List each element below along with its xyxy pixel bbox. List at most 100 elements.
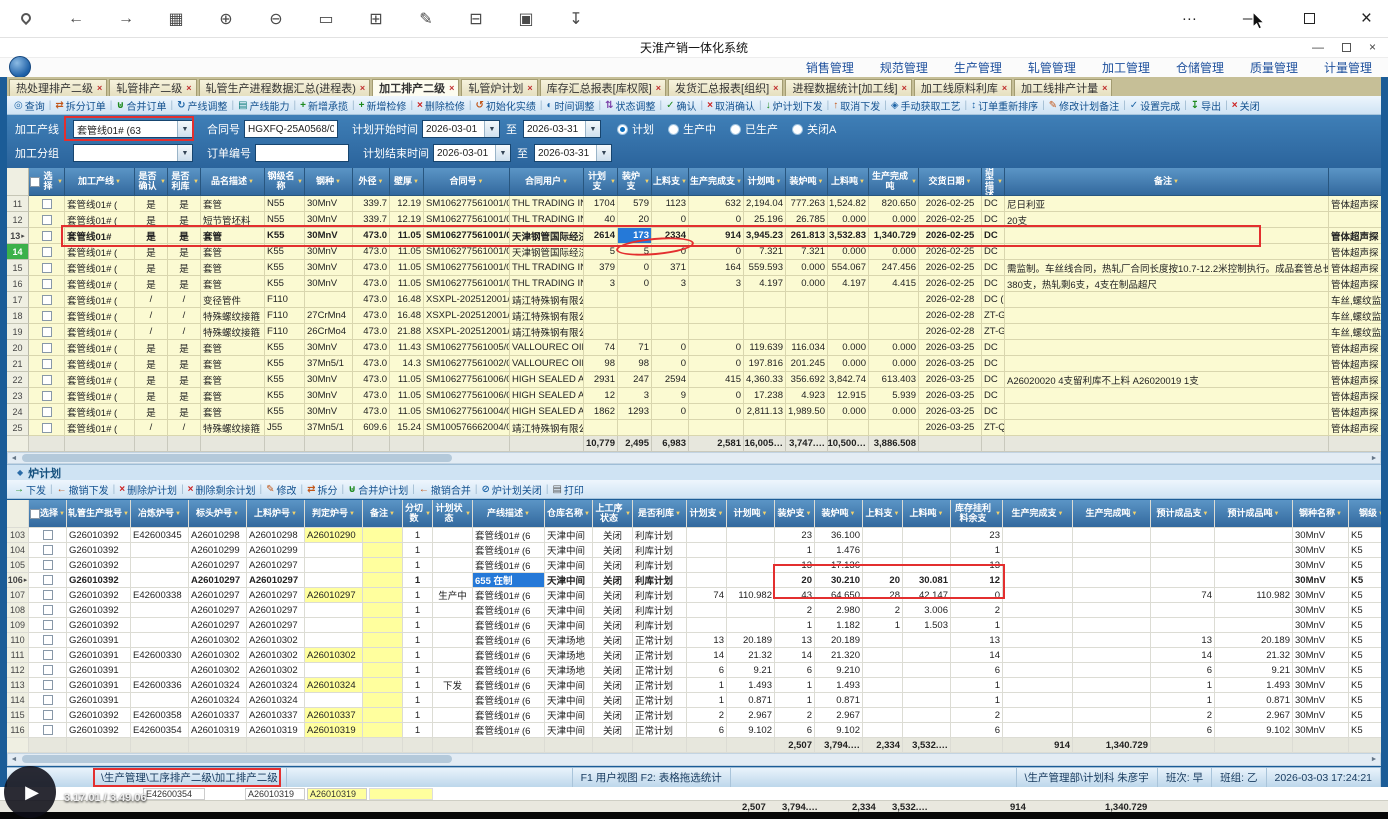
close-icon[interactable]: × — [1002, 83, 1007, 93]
toolbar-button[interactable]: ▤产线能力 — [235, 96, 292, 114]
toolbar-button[interactable]: ↕订单重新排序 — [968, 96, 1041, 114]
chevron-down-icon[interactable]: ▼ — [585, 121, 600, 137]
column-header[interactable]: 判定炉号▼ — [305, 500, 363, 528]
column-header[interactable]: 装炉支▼ — [618, 168, 652, 196]
filter-icon[interactable]: ▼ — [425, 511, 431, 517]
close-icon[interactable]: × — [527, 83, 532, 93]
column-header[interactable]: 选择▼ — [29, 500, 67, 528]
row-checkbox[interactable] — [42, 375, 52, 385]
filter-icon[interactable]: ▼ — [850, 511, 856, 517]
filter-icon[interactable]: ▼ — [389, 511, 395, 517]
filter-icon[interactable]: ▼ — [59, 511, 65, 517]
row-checkbox[interactable] — [43, 710, 53, 720]
filter-icon[interactable]: ▼ — [115, 179, 121, 185]
row-checkbox[interactable] — [43, 680, 53, 690]
row-checkbox[interactable] — [42, 215, 52, 225]
table-row[interactable]: 23套管线01# (是是套管K5530MnV473.011.05SM106277… — [7, 388, 1381, 404]
select-all-checkbox[interactable] — [30, 509, 40, 519]
group-filter-combo[interactable]: ▼ — [73, 144, 193, 162]
scroll-left-icon[interactable]: ◄ — [8, 754, 20, 765]
filter-icon[interactable]: ▼ — [1132, 511, 1138, 517]
row-checkbox[interactable] — [43, 530, 53, 540]
table-row[interactable]: 107G26010392E42600338A26010297A26010297A… — [7, 588, 1381, 603]
tab[interactable]: 轧管炉计划× — [461, 79, 537, 96]
row-checkbox[interactable] — [42, 391, 52, 401]
filter-icon[interactable]: ▼ — [776, 179, 782, 185]
close-icon[interactable]: × — [186, 83, 191, 93]
menu-item[interactable]: 销售管理 — [806, 59, 854, 76]
tab[interactable]: 加工排产二级× — [372, 79, 459, 96]
table-row[interactable]: 109G26010392A26010297A260102971套管线01# (6… — [7, 618, 1381, 633]
filter-icon[interactable]: ▼ — [806, 511, 812, 517]
toolbar-button[interactable]: ×删除炉计划 — [116, 480, 180, 498]
toolbar-button[interactable]: ◎查询 — [11, 96, 48, 114]
table-row[interactable]: 113G26010391E42600336A26010324A26010324A… — [7, 678, 1381, 693]
filter-icon[interactable]: ▼ — [625, 511, 631, 517]
scroll-left-icon[interactable]: ◄ — [8, 453, 20, 464]
app-minimize-button[interactable]: — — [1312, 40, 1324, 54]
column-header[interactable]: 生产完成吨▼ — [1073, 500, 1151, 528]
filter-icon[interactable]: ▼ — [997, 179, 1003, 185]
table-row[interactable]: 14套管线01# (是是套管K5530MnV473.011.05SM106277… — [7, 244, 1381, 260]
row-checkbox[interactable] — [43, 590, 53, 600]
radio-option[interactable]: 计划 — [617, 121, 654, 137]
row-checkbox[interactable] — [43, 575, 53, 585]
toolbar-button[interactable]: ◈手动获取工艺 — [888, 96, 964, 114]
table-row[interactable]: 105G26010392A26010297A260102971套管线01# (6… — [7, 558, 1381, 573]
toolbar-button[interactable]: ×取消确认 — [704, 96, 758, 114]
toolbar-button[interactable]: ⇅状态调整 — [602, 96, 658, 114]
toolbar-button[interactable]: →下发 — [11, 480, 49, 498]
tab[interactable]: 库存汇总报表[库权限]× — [540, 79, 666, 96]
back-icon[interactable]: ← — [66, 10, 86, 28]
column-header[interactable]: 计划支▼ — [584, 168, 618, 196]
tab[interactable]: 轧管排产二级× — [109, 79, 196, 96]
toolbar-button[interactable]: ▤打印 — [549, 480, 586, 498]
column-header[interactable]: 钢种名称▼ — [1293, 500, 1349, 528]
chevron-down-icon[interactable]: ▼ — [495, 145, 510, 161]
toolbar-button[interactable]: ↻产线调整 — [174, 96, 230, 114]
column-header[interactable]: 选择▼ — [29, 168, 65, 196]
table-row[interactable]: 24套管线01# (是是套管K5530MnV473.011.05SM106277… — [7, 404, 1381, 420]
filter-icon[interactable]: ▼ — [610, 179, 616, 185]
column-header[interactable]: 合同用户▼ — [510, 168, 584, 196]
row-checkbox[interactable] — [42, 199, 52, 209]
table-row[interactable]: 25套管线01# (//特殊螺纹接箍J5537Mn5/1609.615.24SM… — [7, 420, 1381, 436]
row-checkbox[interactable] — [43, 620, 53, 630]
tab[interactable]: 热处理排产二级× — [9, 79, 107, 96]
row-checkbox[interactable] — [42, 343, 52, 353]
toolbar-button[interactable]: ↺初始化实绩 — [473, 96, 539, 114]
table-row[interactable]: 116G26010392E42600354A26010319A26010319A… — [7, 723, 1381, 738]
filter-icon[interactable]: ▼ — [995, 511, 1001, 517]
filter-icon[interactable]: ▼ — [57, 179, 63, 185]
close-icon[interactable]: × — [360, 83, 365, 93]
filter-icon[interactable]: ▼ — [966, 179, 972, 185]
filter-icon[interactable]: ▼ — [248, 179, 254, 185]
menu-item[interactable]: 规范管理 — [880, 59, 928, 76]
filter-icon[interactable]: ▼ — [911, 179, 917, 185]
toolbar-button[interactable]: ⇄拆分订单 — [52, 96, 108, 114]
filter-icon[interactable]: ▼ — [1058, 511, 1064, 517]
column-header[interactable]: 扣型描述▼ — [982, 168, 1005, 196]
filter-icon[interactable]: ▼ — [894, 511, 900, 517]
toolbar-button[interactable]: ✎修改 — [263, 480, 299, 498]
filter-icon[interactable]: ▼ — [644, 179, 650, 185]
table-row[interactable]: 13▸套管线01#是是套管K5530MnV473.011.05SM1062775… — [7, 228, 1381, 244]
column-header[interactable]: 上料支▼ — [863, 500, 903, 528]
select-all-checkbox[interactable] — [30, 177, 40, 187]
toolbar-button[interactable]: +新增承揽 — [297, 96, 351, 114]
toolbar-button[interactable]: ↧导出 — [1188, 96, 1224, 114]
tab[interactable]: 进程数据统计[加工线]× — [785, 79, 911, 96]
chevron-down-icon[interactable]: ▼ — [177, 145, 192, 161]
row-checkbox[interactable] — [43, 650, 53, 660]
zoom-out-icon[interactable]: ⊖ — [266, 9, 286, 29]
table-row[interactable]: 12套管线01# (是是短节管坯料N5530MnV339.712.19SM106… — [7, 212, 1381, 228]
table-row[interactable]: 16套管线01# (是是套管K5530MnV473.011.05SM106277… — [7, 276, 1381, 292]
close-icon[interactable]: × — [773, 83, 778, 93]
forward-icon[interactable]: → — [116, 10, 136, 28]
filter-icon[interactable]: ▼ — [562, 179, 568, 185]
column-header[interactable]: 装炉支▼ — [775, 500, 815, 528]
column-header[interactable]: 合同号▼ — [424, 168, 510, 196]
main-table-scrollbar[interactable]: ◄ ► — [7, 452, 1381, 464]
filter-icon[interactable]: ▼ — [123, 511, 129, 517]
row-checkbox[interactable] — [42, 295, 52, 305]
